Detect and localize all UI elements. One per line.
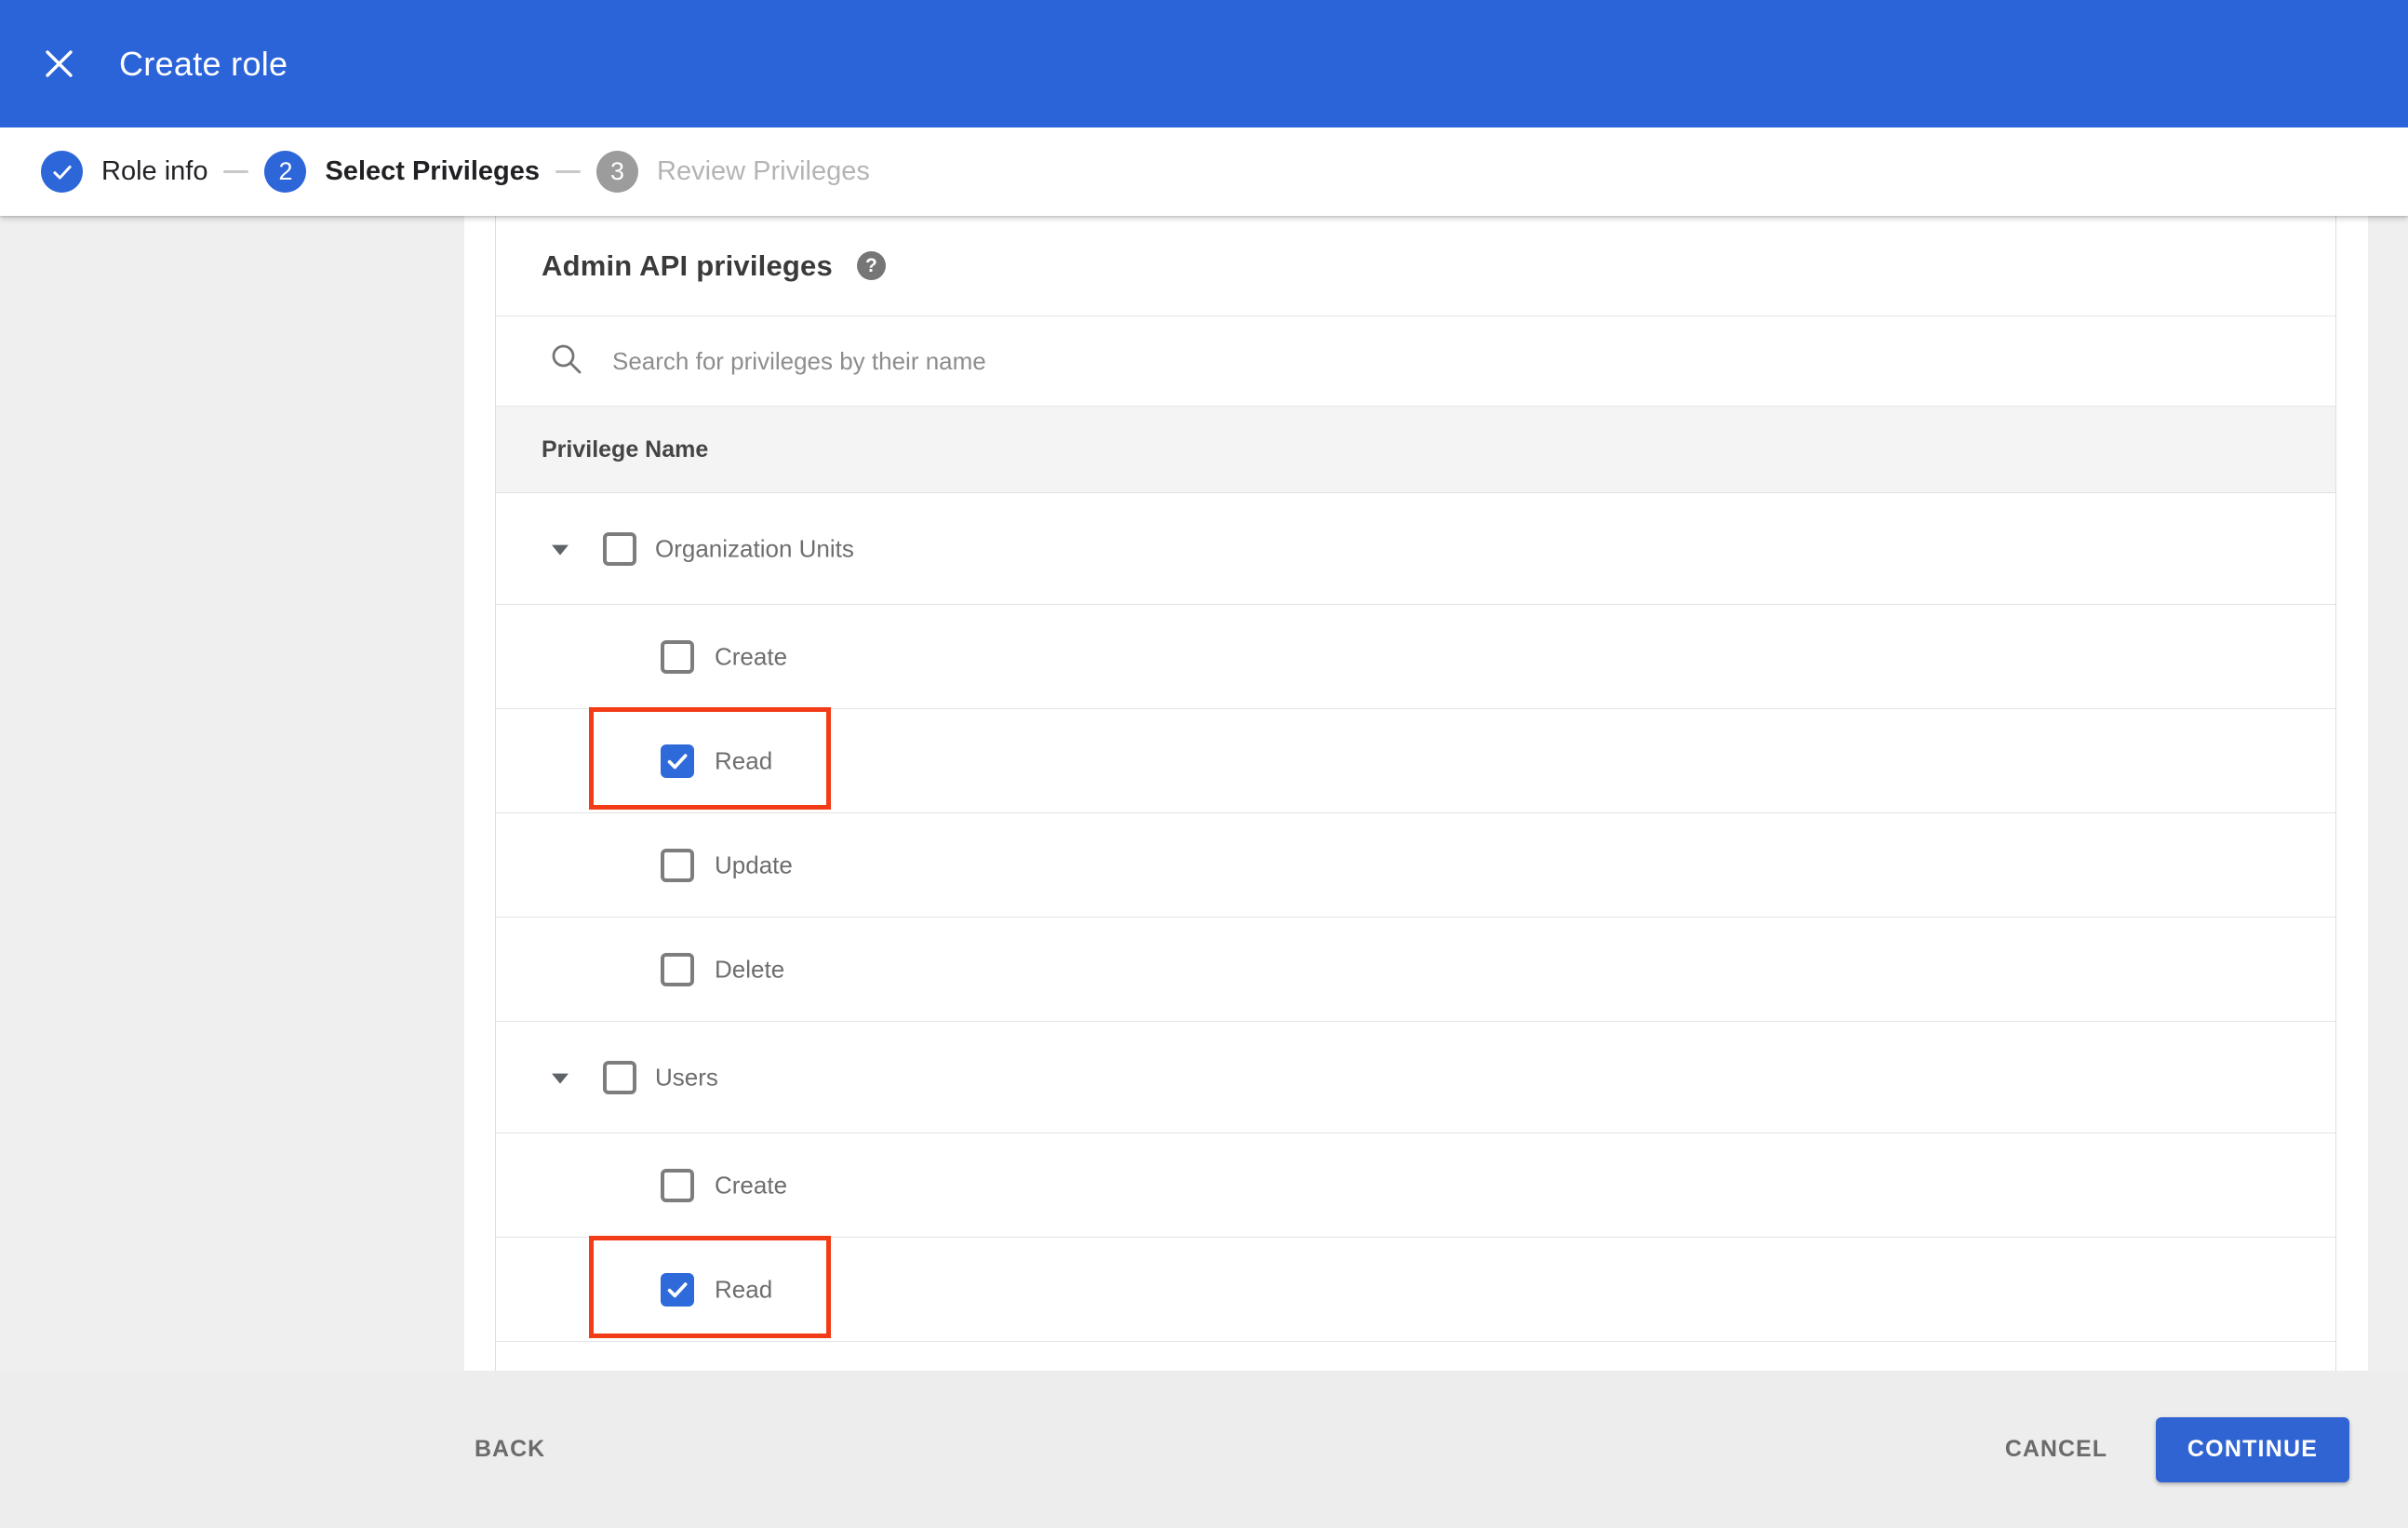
privilege-row-users: Users (496, 1022, 2335, 1133)
search-icon (549, 342, 584, 382)
privilege-label: Create (715, 642, 788, 670)
cancel-button[interactable]: CANCEL (1992, 1423, 2120, 1476)
step-role-info[interactable]: Role info (41, 151, 207, 193)
panel-heading-row: Admin API privileges ? (496, 216, 2335, 316)
dialog-header: Create role (0, 0, 2408, 127)
checkbox-users[interactable] (603, 1060, 636, 1094)
step-review-privileges[interactable]: 3 Review Privileges (596, 151, 870, 193)
checkbox-organization-units[interactable] (603, 531, 636, 566)
checkbox-organization-units-create[interactable] (661, 639, 694, 674)
dialog-title: Create role (119, 44, 288, 83)
search-row (496, 316, 2335, 407)
checkbox-organization-units-read[interactable] (661, 744, 694, 778)
close-button[interactable] (37, 43, 80, 86)
step-complete-check-icon (41, 151, 83, 193)
panel-heading: Admin API privileges (542, 248, 833, 282)
privilege-row-organization-units-create: Create (496, 605, 2335, 709)
table-header-label: Privilege Name (542, 436, 709, 462)
continue-button[interactable]: CONTINUE (2156, 1416, 2349, 1482)
step-select-privileges[interactable]: 2 Select Privileges (264, 151, 540, 193)
back-button[interactable]: BACK (462, 1423, 558, 1476)
expand-collapse-icon[interactable] (552, 544, 569, 556)
checkbox-users-read[interactable] (661, 1272, 694, 1307)
checkbox-organization-units-update[interactable] (661, 848, 694, 882)
step-connector (555, 170, 581, 173)
checkbox-organization-units-delete[interactable] (661, 952, 694, 986)
privilege-label: Read (715, 746, 773, 774)
privilege-row-users-read: Read (496, 1236, 2335, 1342)
step-label: Select Privileges (325, 156, 540, 186)
left-gutter (464, 216, 495, 1371)
checkbox-users-create[interactable] (661, 1168, 694, 1202)
step-label: Role info (101, 156, 208, 186)
wizard-stepper: Role info 2 Select Privileges 3 Review P… (0, 127, 2408, 216)
help-icon[interactable]: ? (856, 251, 886, 280)
partial-row (496, 1342, 2335, 1371)
privilege-row-organization-units-update: Update (496, 813, 2335, 918)
privilege-label: Read (715, 1275, 773, 1303)
privilege-label: Delete (715, 955, 785, 983)
left-sidebar (0, 216, 464, 1371)
privileges-panel: Admin API privileges ? Privilege Name Or… (495, 216, 2336, 1371)
table-header-row: Privilege Name (496, 407, 2335, 493)
dialog-footer: BACK CANCEL CONTINUE (0, 1371, 2408, 1528)
privilege-label: Organization Units (655, 534, 854, 562)
step-number-badge: 3 (596, 151, 638, 193)
privilege-row-organization-units: Organization Units (496, 493, 2335, 605)
privilege-label: Create (715, 1171, 788, 1199)
privilege-label: Users (655, 1063, 718, 1091)
privilege-rows: Organization Units Create Read Update Delete… (496, 493, 2335, 1342)
step-number-badge: 2 (264, 151, 307, 193)
expand-collapse-icon[interactable] (552, 1073, 569, 1084)
step-connector (223, 170, 249, 173)
privilege-row-organization-units-delete: Delete (496, 918, 2335, 1022)
red-highlight-box (589, 1236, 831, 1338)
close-icon (45, 49, 74, 78)
search-input[interactable] (612, 346, 1915, 376)
red-highlight-box (589, 707, 831, 810)
privilege-label: Update (715, 851, 793, 878)
dialog-body: Admin API privileges ? Privilege Name Or… (0, 216, 2408, 1371)
privilege-row-users-create: Create (496, 1133, 2335, 1238)
right-edge-strip (2368, 216, 2408, 1371)
privilege-row-organization-units-read: Read (496, 707, 2335, 813)
step-label: Review Privileges (657, 156, 870, 186)
right-gutter (2336, 216, 2368, 1371)
